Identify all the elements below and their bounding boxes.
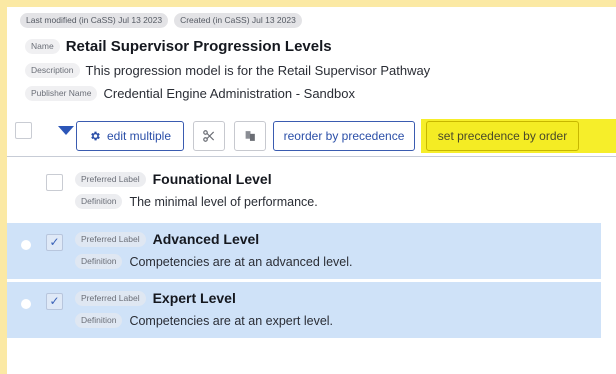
edit-multiple-label: edit multiple: [106, 129, 172, 143]
frame-border-left: [0, 0, 7, 374]
select-all-checkbox[interactable]: [15, 122, 32, 139]
level-title[interactable]: Expert Level: [153, 290, 236, 306]
drag-handle-icon[interactable]: [21, 299, 31, 309]
edit-multiple-button[interactable]: edit multiple: [76, 121, 184, 151]
level-definition[interactable]: The minimal level of performance.: [129, 195, 317, 209]
name-field: Name Retail Supervisor Progression Level…: [25, 38, 332, 55]
publisher-value[interactable]: Credential Engine Administration - Sandb…: [103, 86, 354, 101]
row-checkbox[interactable]: [46, 174, 63, 191]
toolbar: edit multiple reorder by precedence set …: [7, 117, 616, 157]
cut-button[interactable]: [193, 121, 225, 151]
drag-handle-icon[interactable]: [21, 240, 31, 250]
definition-tag: Definition: [75, 194, 123, 209]
description-field: Description This progression model is fo…: [25, 63, 430, 78]
paste-button[interactable]: [234, 121, 266, 151]
level-title[interactable]: Founational Level: [153, 171, 272, 187]
definition-tag: Definition: [75, 313, 123, 328]
list-item[interactable]: ✓ Preferred Label Advanced Level Definit…: [7, 223, 601, 279]
reorder-by-precedence-button[interactable]: reorder by precedence: [273, 121, 415, 151]
created-badge: Created (in CaSS) Jul 13 2023: [174, 13, 302, 28]
level-definition[interactable]: Competencies are at an advanced level.: [129, 255, 352, 269]
gear-icon: [91, 131, 100, 141]
row-checkbox[interactable]: ✓: [46, 293, 63, 310]
preferred-label-tag: Preferred Label: [75, 171, 146, 187]
list-item[interactable]: Preferred Label Founational Level Defini…: [7, 163, 601, 219]
frame-border-top: [0, 0, 616, 7]
preferred-label-tag: Preferred Label: [75, 231, 146, 247]
last-modified-badge: Last modified (in CaSS) Jul 13 2023: [20, 13, 169, 28]
scissors-icon: [203, 130, 215, 142]
publisher-label: Publisher Name: [25, 86, 98, 101]
name-label: Name: [25, 39, 60, 54]
reorder-by-precedence-label: reorder by precedence: [283, 129, 405, 143]
description-label: Description: [25, 63, 80, 78]
meta-info: Last modified (in CaSS) Jul 13 2023 Crea…: [20, 13, 302, 28]
set-precedence-by-order-button[interactable]: set precedence by order: [426, 121, 579, 151]
list-item[interactable]: ✓ Preferred Label Expert Level Definitio…: [7, 282, 601, 338]
paste-icon: [245, 131, 255, 141]
row-checkbox[interactable]: ✓: [46, 234, 63, 251]
publisher-field: Publisher Name Credential Engine Adminis…: [25, 86, 355, 101]
set-precedence-by-order-label: set precedence by order: [437, 129, 568, 143]
level-title[interactable]: Advanced Level: [153, 231, 260, 247]
caret-down-icon[interactable]: [58, 126, 74, 135]
level-definition[interactable]: Competencies are at an expert level.: [129, 314, 333, 328]
description-value[interactable]: This progression model is for the Retail…: [86, 63, 431, 78]
preferred-label-tag: Preferred Label: [75, 290, 146, 306]
definition-tag: Definition: [75, 254, 123, 269]
page-title[interactable]: Retail Supervisor Progression Levels: [66, 38, 332, 55]
